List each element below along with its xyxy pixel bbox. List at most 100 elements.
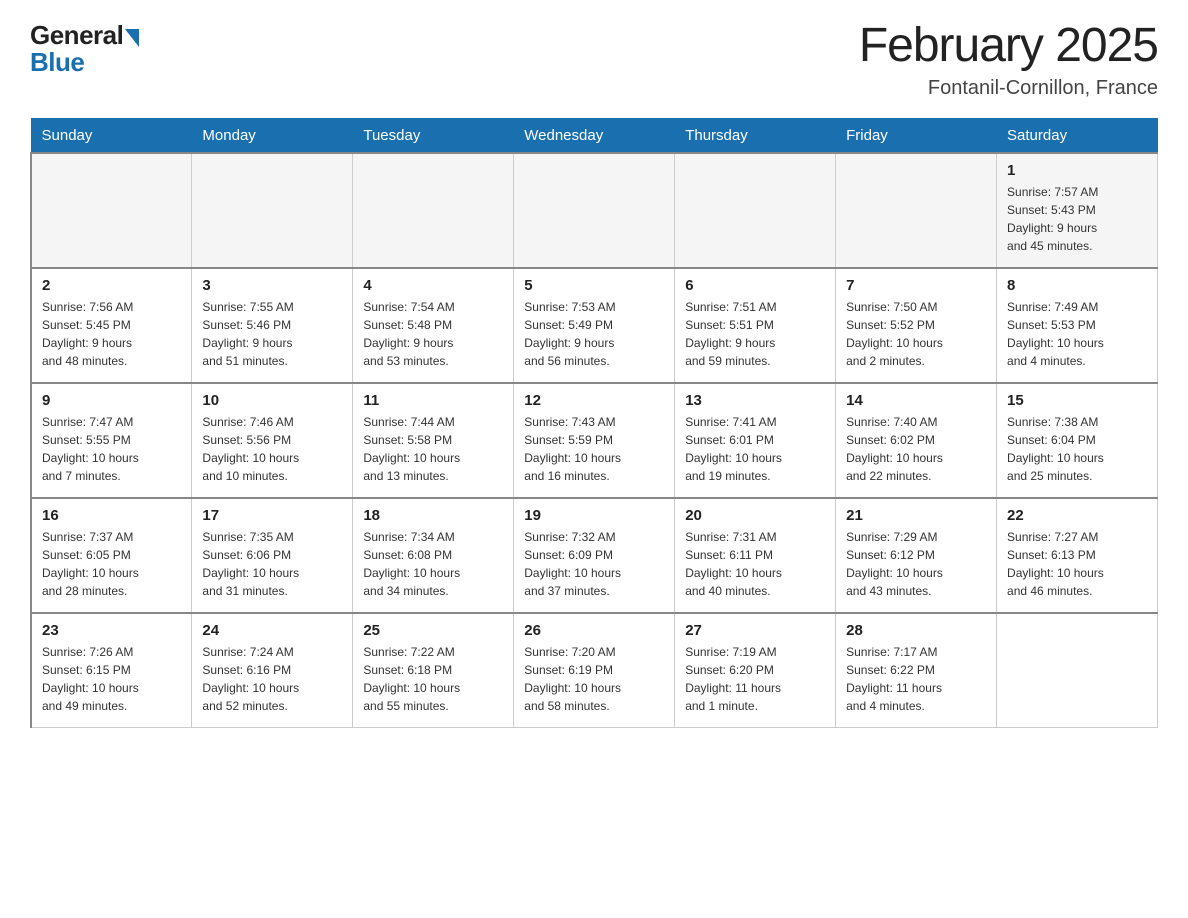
day-info: Sunrise: 7:17 AM Sunset: 6:22 PM Dayligh… [846, 643, 986, 715]
day-info: Sunrise: 7:56 AM Sunset: 5:45 PM Dayligh… [42, 298, 181, 370]
page-header: General Blue February 2025 Fontanil-Corn… [30, 20, 1158, 100]
calendar-cell: 17Sunrise: 7:35 AM Sunset: 6:06 PM Dayli… [192, 498, 353, 613]
calendar-cell: 13 Sunrise: 7:41 AM Sunset: 6:01 PM Dayli… [675, 383, 836, 498]
logo: General Blue [30, 20, 139, 78]
day-info: Sunrise: 7:22 AM Sunset: 6:18 PM Dayligh… [363, 643, 503, 715]
calendar-cell: 23Sunrise: 7:26 AM Sunset: 6:15 PM Dayli… [31, 613, 192, 728]
col-header-monday: Monday [192, 118, 353, 153]
day-info: Sunrise: 7:19 AM Sunset: 6:20 PM Dayligh… [685, 643, 825, 715]
day-info: Sunrise: 7:41 AM Sunset: 6:01 PM Dayligh… [685, 413, 825, 485]
day-number: 10 [202, 392, 342, 409]
col-header-wednesday: Wednesday [514, 118, 675, 153]
day-info: Sunrise: 7:40 AM Sunset: 6:02 PM Dayligh… [846, 413, 986, 485]
calendar-cell: 5Sunrise: 7:53 AM Sunset: 5:49 PM Daylig… [514, 268, 675, 383]
day-info: Sunrise: 7:20 AM Sunset: 6:19 PM Dayligh… [524, 643, 664, 715]
day-number: 25 [363, 622, 503, 639]
day-number: 21 [846, 507, 986, 524]
calendar-cell: 11 Sunrise: 7:44 AM Sunset: 5:58 PM Dayli… [353, 383, 514, 498]
day-info: Sunrise: 7:47 AM Sunset: 5:55 PM Dayligh… [42, 413, 181, 485]
calendar-week-row: 23Sunrise: 7:26 AM Sunset: 6:15 PM Dayli… [31, 613, 1158, 728]
day-number: 13 [685, 392, 825, 409]
day-number: 4 [363, 277, 503, 294]
col-header-sunday: Sunday [31, 118, 192, 153]
day-info: Sunrise: 7:55 AM Sunset: 5:46 PM Dayligh… [202, 298, 342, 370]
calendar-cell: 18 Sunrise: 7:34 AM Sunset: 6:08 PM Dayli… [353, 498, 514, 613]
calendar-cell: 14 Sunrise: 7:40 AM Sunset: 6:02 PM Dayli… [836, 383, 997, 498]
calendar-cell: 10 Sunrise: 7:46 AM Sunset: 5:56 PM Dayli… [192, 383, 353, 498]
day-info: Sunrise: 7:49 AM Sunset: 5:53 PM Dayligh… [1007, 298, 1147, 370]
day-info: Sunrise: 7:44 AM Sunset: 5:58 PM Dayligh… [363, 413, 503, 485]
calendar-cell: 27 Sunrise: 7:19 AM Sunset: 6:20 PM Dayli… [675, 613, 836, 728]
day-number: 22 [1007, 507, 1147, 524]
month-title: February 2025 [859, 20, 1158, 73]
calendar-cell [675, 153, 836, 268]
day-info: Sunrise: 7:26 AM Sunset: 6:15 PM Dayligh… [42, 643, 181, 715]
day-number: 2 [42, 277, 181, 294]
col-header-tuesday: Tuesday [353, 118, 514, 153]
day-info: Sunrise: 7:34 AM Sunset: 6:08 PM Dayligh… [363, 528, 503, 600]
logo-blue-text: Blue [30, 47, 84, 78]
calendar-cell: 8 Sunrise: 7:49 AM Sunset: 5:53 PM Daylig… [997, 268, 1158, 383]
col-header-saturday: Saturday [997, 118, 1158, 153]
day-number: 7 [846, 277, 986, 294]
day-info: Sunrise: 7:37 AM Sunset: 6:05 PM Dayligh… [42, 528, 181, 600]
day-number: 1 [1007, 162, 1147, 179]
day-number: 27 [685, 622, 825, 639]
calendar-cell: 22 Sunrise: 7:27 AM Sunset: 6:13 PM Dayli… [997, 498, 1158, 613]
day-info: Sunrise: 7:29 AM Sunset: 6:12 PM Dayligh… [846, 528, 986, 600]
calendar-cell: 7Sunrise: 7:50 AM Sunset: 5:52 PM Daylig… [836, 268, 997, 383]
day-info: Sunrise: 7:31 AM Sunset: 6:11 PM Dayligh… [685, 528, 825, 600]
logo-arrow-icon [125, 29, 139, 47]
day-number: 3 [202, 277, 342, 294]
calendar-cell [31, 153, 192, 268]
day-number: 24 [202, 622, 342, 639]
calendar-cell [997, 613, 1158, 728]
calendar-week-row: 9 Sunrise: 7:47 AM Sunset: 5:55 PM Daylig… [31, 383, 1158, 498]
calendar-cell: 19 Sunrise: 7:32 AM Sunset: 6:09 PM Dayli… [514, 498, 675, 613]
day-number: 28 [846, 622, 986, 639]
day-number: 15 [1007, 392, 1147, 409]
day-number: 26 [524, 622, 664, 639]
col-header-friday: Friday [836, 118, 997, 153]
day-info: Sunrise: 7:46 AM Sunset: 5:56 PM Dayligh… [202, 413, 342, 485]
day-number: 6 [685, 277, 825, 294]
day-number: 9 [42, 392, 181, 409]
calendar-week-row: 1 Sunrise: 7:57 AM Sunset: 5:43 PM Daylig… [31, 153, 1158, 268]
calendar-body: 1 Sunrise: 7:57 AM Sunset: 5:43 PM Daylig… [31, 153, 1158, 728]
day-info: Sunrise: 7:53 AM Sunset: 5:49 PM Dayligh… [524, 298, 664, 370]
calendar-cell: 4Sunrise: 7:54 AM Sunset: 5:48 PM Daylig… [353, 268, 514, 383]
day-number: 8 [1007, 277, 1147, 294]
col-header-thursday: Thursday [675, 118, 836, 153]
calendar-cell: 26 Sunrise: 7:20 AM Sunset: 6:19 PM Dayli… [514, 613, 675, 728]
day-number: 11 [363, 392, 503, 409]
calendar-cell: 24Sunrise: 7:24 AM Sunset: 6:16 PM Dayli… [192, 613, 353, 728]
calendar-week-row: 2 Sunrise: 7:56 AM Sunset: 5:45 PM Daylig… [31, 268, 1158, 383]
calendar-header: SundayMondayTuesdayWednesdayThursdayFrid… [31, 118, 1158, 153]
location: Fontanil-Cornillon, France [859, 77, 1158, 100]
calendar-cell: 28 Sunrise: 7:17 AM Sunset: 6:22 PM Dayli… [836, 613, 997, 728]
calendar-cell [353, 153, 514, 268]
day-number: 16 [42, 507, 181, 524]
day-number: 17 [202, 507, 342, 524]
calendar-cell: 15 Sunrise: 7:38 AM Sunset: 6:04 PM Dayli… [997, 383, 1158, 498]
header-right: February 2025 Fontanil-Cornillon, France [859, 20, 1158, 100]
day-info: Sunrise: 7:38 AM Sunset: 6:04 PM Dayligh… [1007, 413, 1147, 485]
calendar-cell: 12Sunrise: 7:43 AM Sunset: 5:59 PM Dayli… [514, 383, 675, 498]
calendar-cell: 1 Sunrise: 7:57 AM Sunset: 5:43 PM Daylig… [997, 153, 1158, 268]
calendar-cell: 3 Sunrise: 7:55 AM Sunset: 5:46 PM Daylig… [192, 268, 353, 383]
day-number: 12 [524, 392, 664, 409]
day-info: Sunrise: 7:27 AM Sunset: 6:13 PM Dayligh… [1007, 528, 1147, 600]
calendar-cell [192, 153, 353, 268]
header-row: SundayMondayTuesdayWednesdayThursdayFrid… [31, 118, 1158, 153]
day-number: 18 [363, 507, 503, 524]
day-number: 19 [524, 507, 664, 524]
calendar-cell: 9 Sunrise: 7:47 AM Sunset: 5:55 PM Daylig… [31, 383, 192, 498]
calendar-cell [514, 153, 675, 268]
day-info: Sunrise: 7:57 AM Sunset: 5:43 PM Dayligh… [1007, 183, 1147, 255]
calendar-week-row: 16 Sunrise: 7:37 AM Sunset: 6:05 PM Dayli… [31, 498, 1158, 613]
day-info: Sunrise: 7:32 AM Sunset: 6:09 PM Dayligh… [524, 528, 664, 600]
calendar-cell: 20 Sunrise: 7:31 AM Sunset: 6:11 PM Dayli… [675, 498, 836, 613]
calendar-cell [836, 153, 997, 268]
day-number: 20 [685, 507, 825, 524]
day-number: 14 [846, 392, 986, 409]
